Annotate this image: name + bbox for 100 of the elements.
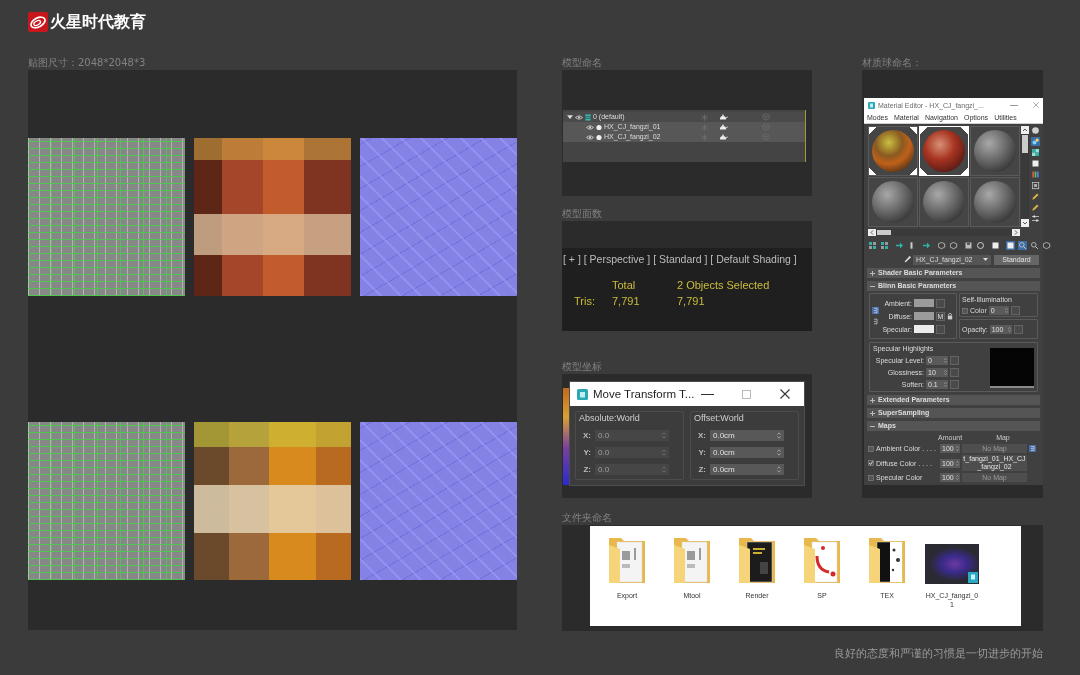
- color-swatch[interactable]: [914, 312, 934, 320]
- frame-icon[interactable]: [1031, 181, 1040, 190]
- spinner-icon[interactable]: [956, 446, 959, 451]
- dot-icon: [596, 133, 602, 141]
- checkbox[interactable]: [868, 445, 874, 452]
- motto-text: 良好的态度和严谨的习惯是一切进步的开始: [834, 647, 1043, 660]
- sphere-icon: [872, 181, 914, 223]
- horizontal-scrollbar[interactable]: [868, 229, 1020, 236]
- teapot-icon[interactable]: [718, 114, 728, 120]
- stats-label: Tris:: [574, 295, 595, 307]
- stats-header: Total: [612, 279, 636, 291]
- arrow-icon[interactable]: [922, 241, 931, 250]
- axis-label: Y:: [697, 448, 707, 457]
- material-slot[interactable]: [868, 126, 918, 176]
- color-swatch[interactable]: [914, 299, 934, 307]
- window-title: Move Transform T...: [593, 388, 695, 400]
- eye-icon[interactable]: [586, 124, 594, 130]
- minimize-icon[interactable]: [701, 393, 714, 395]
- scroll-thumb[interactable]: [877, 230, 891, 235]
- spinner-field[interactable]: 0.0cm: [710, 447, 784, 458]
- spinner-icon[interactable]: [1004, 308, 1008, 313]
- bracket-icon[interactable]: [1029, 445, 1036, 452]
- spinner-field[interactable]: 0.0cm: [710, 430, 784, 441]
- teapot-icon[interactable]: [718, 124, 728, 130]
- folder-icon[interactable]: [738, 536, 776, 584]
- sphere-icon: [974, 181, 1016, 223]
- dots-icon[interactable]: [1031, 137, 1040, 146]
- checker-icon[interactable]: [1031, 148, 1040, 157]
- caret-icon[interactable]: [567, 114, 573, 120]
- stats-header: 2 Objects Selected: [677, 279, 770, 291]
- folder-icon[interactable]: [868, 536, 906, 584]
- scroll-left-icon[interactable]: [868, 229, 876, 236]
- padlock-icon[interactable]: [947, 312, 953, 320]
- maximize-icon[interactable]: [742, 389, 751, 399]
- sliders-icon[interactable]: [1031, 214, 1040, 223]
- close-icon[interactable]: [780, 389, 790, 399]
- square-icon[interactable]: [1006, 241, 1015, 250]
- model-thumbnail-placeholder[interactable]: [925, 544, 979, 584]
- grid-icon[interactable]: [880, 241, 889, 250]
- scroll-up-icon[interactable]: [1021, 126, 1029, 134]
- spinner-icon[interactable]: [777, 466, 781, 473]
- group-title: Absolute:World: [578, 413, 640, 424]
- eyedropper-icon[interactable]: [904, 256, 911, 263]
- color-swatch[interactable]: [914, 325, 934, 333]
- pencil-icon[interactable]: [1031, 192, 1040, 201]
- app-icon: [577, 388, 588, 400]
- section-label: 材质球命名：: [862, 57, 922, 69]
- arrow-icon[interactable]: [895, 241, 904, 250]
- group-title: Offset:World: [693, 413, 744, 424]
- axis-label: X:: [697, 431, 707, 440]
- sphere-icon: [974, 130, 1016, 172]
- app-icon: [868, 101, 875, 109]
- spinner-icon[interactable]: [944, 370, 947, 375]
- spinner-icon[interactable]: [956, 460, 959, 466]
- circle-icon[interactable]: [976, 241, 985, 250]
- pencil-icon[interactable]: [1031, 203, 1040, 212]
- sphere-icon: [923, 130, 965, 172]
- square-icon[interactable]: [1031, 159, 1040, 168]
- logo-icon: [28, 12, 48, 32]
- spinner-icon[interactable]: [956, 475, 959, 480]
- axis-label: Z:: [582, 465, 592, 474]
- teapot-icon[interactable]: [718, 134, 728, 140]
- eye-icon[interactable]: [586, 134, 594, 140]
- caret-icon[interactable]: [983, 258, 988, 261]
- axis-label: Y:: [582, 448, 592, 457]
- dot-icon: [596, 123, 602, 131]
- brand-name: 火星时代教育: [50, 12, 146, 32]
- stats-value: 7,791: [677, 295, 705, 307]
- stats-value: 7,791: [612, 295, 640, 307]
- checkbox[interactable]: [962, 307, 968, 314]
- sphere-icon: [872, 130, 914, 172]
- layers-icon: [585, 113, 591, 121]
- spinner-field[interactable]: 0.0cm: [710, 464, 784, 475]
- grid-icon[interactable]: [868, 241, 877, 250]
- spinner-icon[interactable]: [777, 432, 781, 439]
- viewport-label[interactable]: [ + ] [ Perspective ] [ Standard ] [ Default Shading ]: [562, 253, 797, 265]
- eye-icon[interactable]: [575, 114, 583, 120]
- sphere-icon[interactable]: [1031, 126, 1040, 135]
- magnifier-icon[interactable]: [1018, 241, 1027, 250]
- highlight-curve-preview: [990, 348, 1034, 388]
- axis-label: X:: [582, 431, 592, 440]
- checkbox[interactable]: [868, 460, 874, 466]
- checkbox[interactable]: [868, 474, 874, 481]
- spinner-icon[interactable]: [944, 382, 947, 387]
- scroll-down-icon[interactable]: [1021, 219, 1029, 227]
- spinner-icon[interactable]: [777, 449, 781, 456]
- section-label: 文件夹命名: [562, 512, 612, 524]
- scroll-thumb[interactable]: [1022, 135, 1028, 153]
- section-label: 贴图尺寸：2048*2048*3: [28, 57, 146, 69]
- app-badge-icon: [968, 572, 978, 583]
- bars-icon[interactable]: [1031, 170, 1040, 179]
- magnifier-icon[interactable]: [1030, 241, 1039, 250]
- spinner-icon[interactable]: [944, 358, 947, 363]
- axis-label: Z:: [697, 465, 707, 474]
- spinner-icon[interactable]: [1007, 326, 1011, 332]
- bracket-icon[interactable]: [872, 307, 879, 314]
- sphere-icon: [923, 181, 965, 223]
- bracket-icon[interactable]: [872, 318, 879, 325]
- square-icon[interactable]: [991, 241, 1000, 250]
- vertical-scrollbar[interactable]: [1021, 126, 1029, 227]
